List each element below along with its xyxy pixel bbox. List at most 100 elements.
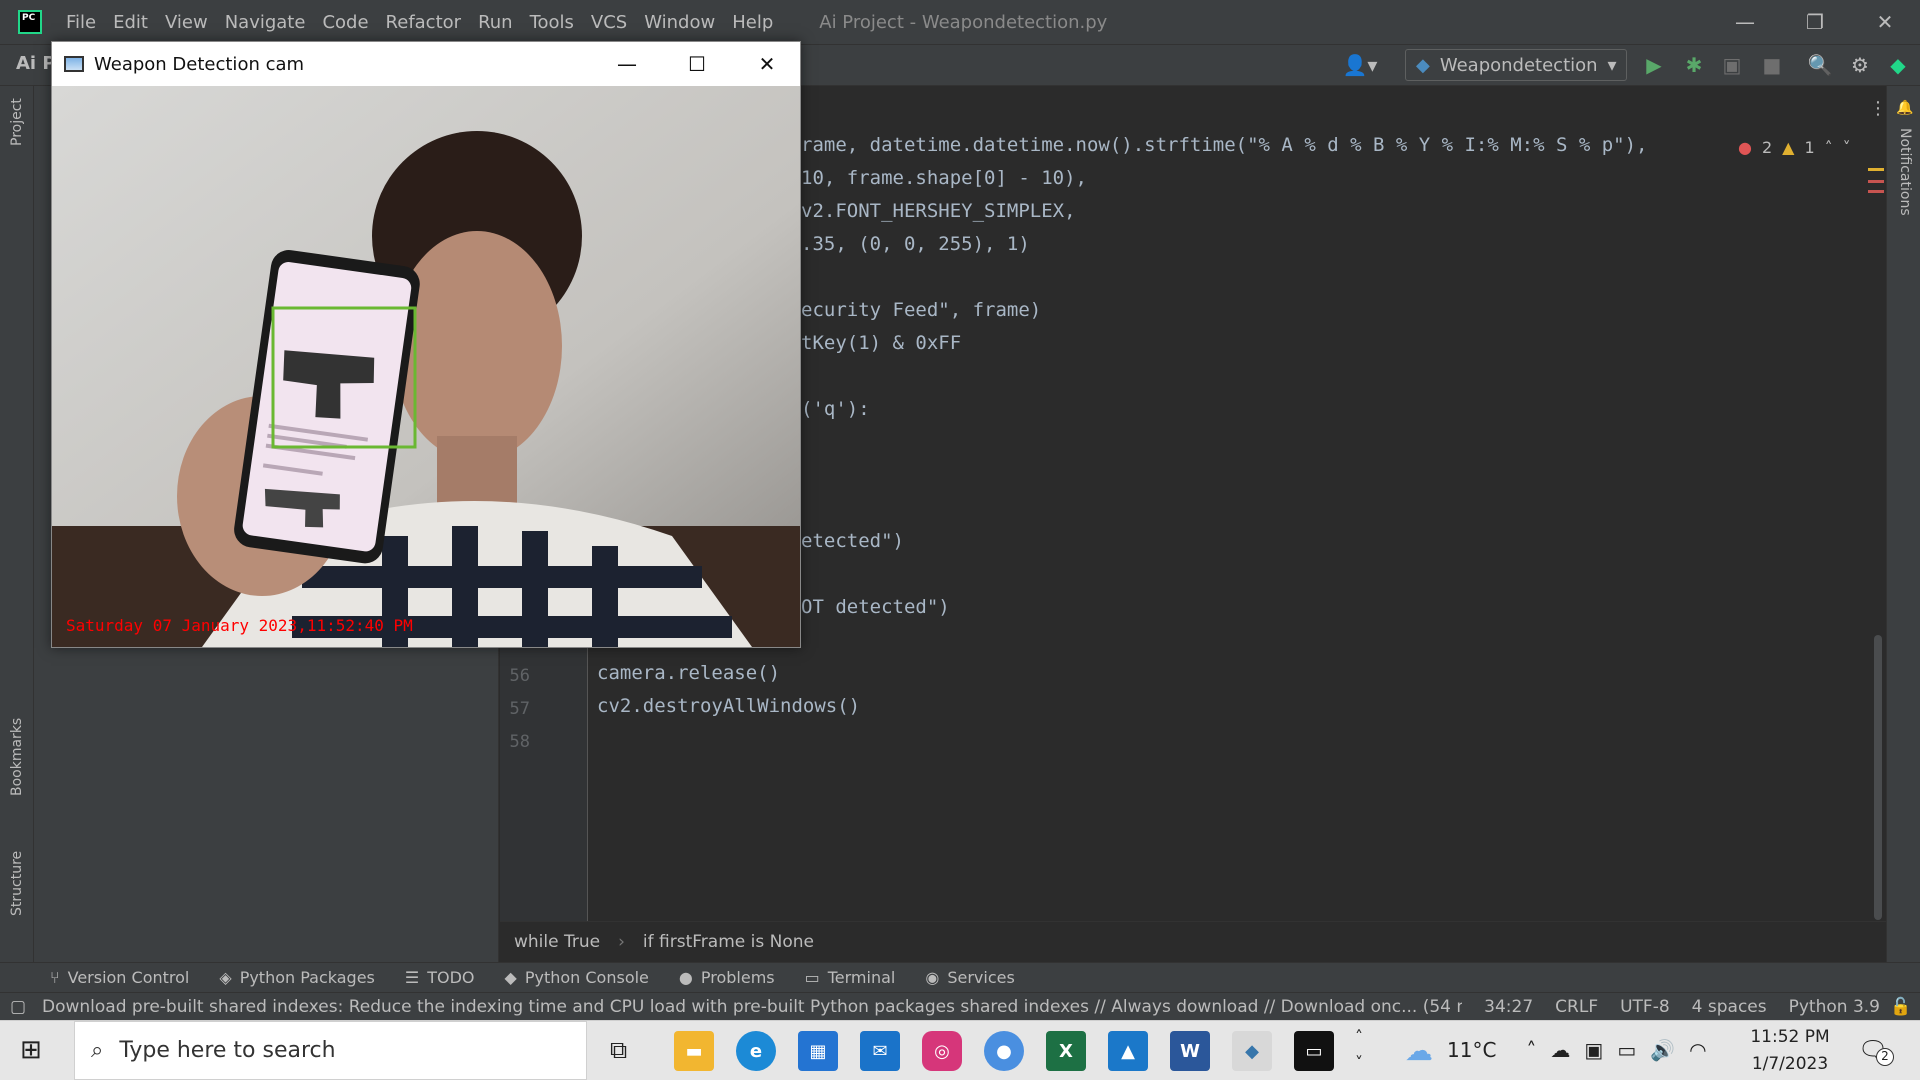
windows-start-icon[interactable]: ⊞ xyxy=(20,1035,42,1065)
indent-setting[interactable]: 4 spaces xyxy=(1692,997,1767,1017)
code-line[interactable]: ('q'): xyxy=(801,398,870,420)
meet-icon[interactable]: ▣ xyxy=(1584,1038,1603,1062)
panel-toggle-icon[interactable]: ▢ xyxy=(10,997,26,1017)
error-marker[interactable] xyxy=(1868,190,1884,193)
project-tool-tab[interactable]: Project xyxy=(9,98,25,146)
code-line[interactable]: OT detected") xyxy=(801,596,950,618)
code-line[interactable]: tKey(1) & 0xFF xyxy=(801,332,961,354)
warning-marker[interactable] xyxy=(1868,168,1884,171)
battery-icon[interactable]: ▭ xyxy=(1617,1038,1636,1062)
tab-label: Terminal xyxy=(827,968,896,987)
camera-titlebar[interactable]: Weapon Detection cam — ☐ ✕ xyxy=(52,42,800,86)
lock-icon[interactable]: 🔓 xyxy=(1890,997,1911,1017)
temperature[interactable]: 11°C xyxy=(1447,1038,1496,1062)
task-view-icon[interactable]: ⧉ xyxy=(610,1036,627,1064)
terminal-icon[interactable]: ▭ xyxy=(1294,1031,1334,1071)
coverage-icon[interactable]: ▣ xyxy=(1718,51,1746,79)
breadcrumb-item[interactable]: if firstFrame is None xyxy=(643,932,814,952)
mail-icon[interactable]: ✉ xyxy=(860,1031,900,1071)
menu-vcs[interactable]: VCS xyxy=(591,12,627,33)
menu-edit[interactable]: Edit xyxy=(113,12,148,33)
tab-terminal[interactable]: ▭ Terminal xyxy=(805,968,896,987)
chevron-up-icon[interactable]: ˄ xyxy=(1526,1038,1536,1062)
caret-position[interactable]: 34:27 xyxy=(1484,997,1533,1017)
notifications-tool-tab[interactable]: Notifications xyxy=(1897,128,1913,216)
code-line[interactable]: cv2.destroyAllWindows() xyxy=(597,695,860,717)
bell-icon[interactable]: 🔔 xyxy=(1896,100,1913,116)
breadcrumb-item[interactable]: while True xyxy=(514,932,600,952)
tab-python-console[interactable]: ◆ Python Console xyxy=(505,968,649,987)
chevron-down-icon[interactable]: ˅ xyxy=(1843,138,1851,157)
onedrive-icon[interactable]: ☁ xyxy=(1550,1038,1570,1062)
error-marker[interactable] xyxy=(1868,180,1884,183)
tab-problems[interactable]: ● Problems xyxy=(679,968,775,987)
word-icon[interactable]: W xyxy=(1170,1031,1210,1071)
code-line[interactable]: camera.release() xyxy=(597,662,780,684)
tab-todo[interactable]: ☰ TODO xyxy=(405,968,475,987)
left-tool-strip: Project Bookmarks Structure xyxy=(0,86,34,962)
python-icon[interactable]: ◆ xyxy=(1232,1031,1272,1071)
menu-file[interactable]: File xyxy=(66,12,96,33)
tab-python-packages[interactable]: ◈ Python Packages xyxy=(219,968,375,987)
chevron-up-icon[interactable]: ˄ xyxy=(1825,138,1833,157)
structure-tool-tab[interactable]: Structure xyxy=(9,851,25,916)
project-name[interactable]: Ai P xyxy=(16,53,56,74)
file-encoding[interactable]: UTF-8 xyxy=(1620,997,1670,1017)
stop-icon[interactable]: ■ xyxy=(1758,51,1786,79)
menu-refactor[interactable]: Refactor xyxy=(386,12,462,33)
minimize-button[interactable]: — xyxy=(1710,0,1780,44)
tab-services[interactable]: ◉ Services xyxy=(925,968,1014,987)
user-icon[interactable]: 👤▾ xyxy=(1340,51,1380,79)
code-line[interactable]: v2.FONT_HERSHEY_SIMPLEX, xyxy=(801,200,1076,222)
code-line[interactable]: etected") xyxy=(801,530,904,552)
excel-icon[interactable]: X xyxy=(1046,1031,1086,1071)
editor-scrollbar[interactable] xyxy=(1874,635,1882,920)
breadcrumb: while True › if firstFrame is None xyxy=(500,921,1886,961)
tab-version-control[interactable]: ⑂ Version Control xyxy=(50,968,189,987)
more-options-icon[interactable]: ⋮ xyxy=(1869,98,1887,119)
python-interpreter[interactable]: Python 3.9 xyxy=(1789,997,1880,1017)
volume-icon[interactable]: 🔊 xyxy=(1650,1038,1675,1062)
scroll-chevrons-icon[interactable]: ˄ ˅ xyxy=(1355,1024,1363,1076)
code-line[interactable]: .35, (0, 0, 255), 1) xyxy=(801,233,1030,255)
code-line[interactable]: rame, datetime.datetime.now().strftime("… xyxy=(801,134,1647,156)
status-bar: ▢ Download pre-built shared indexes: Red… xyxy=(0,992,1920,1020)
close-button[interactable]: ✕ xyxy=(732,42,802,86)
camera-window[interactable]: Weapon Detection cam — ☐ ✕ Saturday 07 J… xyxy=(51,41,801,648)
file-explorer-icon[interactable]: ▬ xyxy=(674,1031,714,1071)
photos-icon[interactable]: ▲ xyxy=(1108,1031,1148,1071)
maximize-button[interactable]: ☐ xyxy=(662,42,732,86)
debug-icon[interactable]: ✱ xyxy=(1680,51,1708,79)
clock[interactable]: 11:52 PM 1/7/2023 xyxy=(1740,1024,1840,1078)
chrome-icon[interactable]: ● xyxy=(984,1031,1024,1071)
store-icon[interactable]: ▦ xyxy=(798,1031,838,1071)
taskbar-search[interactable]: ⌕ Type here to search xyxy=(74,1021,587,1080)
inspection-widget[interactable]: ● 2 ▲ 1 ˄ ˅ xyxy=(1738,138,1851,157)
run-config-selector[interactable]: ◆ Weapondetection ▾ xyxy=(1405,49,1627,81)
menu-navigate[interactable]: Navigate xyxy=(225,12,306,33)
run-icon[interactable]: ▶ xyxy=(1640,51,1668,79)
gear-icon[interactable]: ⚙ xyxy=(1846,51,1874,79)
menu-code[interactable]: Code xyxy=(322,12,368,33)
menu-run[interactable]: Run xyxy=(478,12,513,33)
bookmarks-tool-tab[interactable]: Bookmarks xyxy=(9,718,25,796)
code-line[interactable]: 10, frame.shape[0] - 10), xyxy=(801,167,1087,189)
menu-help[interactable]: Help xyxy=(732,12,773,33)
minimize-button[interactable]: — xyxy=(592,42,662,86)
menu-tools[interactable]: Tools xyxy=(530,12,574,33)
line-separator[interactable]: CRLF xyxy=(1555,997,1598,1017)
jetbrains-icon[interactable]: ◆ xyxy=(1884,51,1912,79)
restore-button[interactable]: ❐ xyxy=(1780,0,1850,44)
code-line[interactable]: ecurity Feed", frame) xyxy=(801,299,1041,321)
menu-view[interactable]: View xyxy=(165,12,208,33)
menu-window[interactable]: Window xyxy=(644,12,715,33)
instagram-icon[interactable]: ◎ xyxy=(922,1031,962,1071)
close-button[interactable]: ✕ xyxy=(1850,0,1920,44)
wifi-icon[interactable]: ◠ xyxy=(1689,1038,1706,1062)
menu-bar: PC File Edit View Navigate Code Refactor… xyxy=(0,0,1920,44)
status-message[interactable]: Download pre-built shared indexes: Reduc… xyxy=(42,997,1462,1017)
camera-frame-image xyxy=(52,86,800,647)
edge-icon[interactable]: e xyxy=(736,1031,776,1071)
search-icon[interactable]: 🔍 xyxy=(1806,51,1834,79)
weather-cloud-icon[interactable]: ☁ xyxy=(1405,1034,1433,1067)
